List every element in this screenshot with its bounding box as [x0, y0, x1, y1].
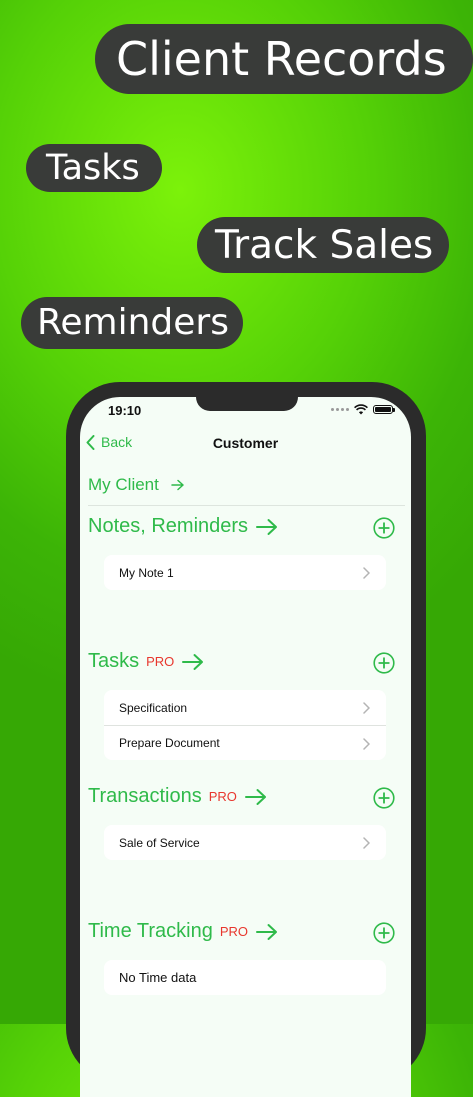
promo-reminders: Reminders: [37, 302, 229, 343]
arrow-right-icon: [171, 479, 184, 491]
chevron-right-icon: [363, 702, 370, 714]
list-item-label: My Note 1: [119, 565, 174, 580]
pro-badge: PRO: [146, 654, 175, 669]
promo-sales: Track Sales: [215, 222, 434, 268]
chevron-right-icon: [363, 567, 370, 579]
list-item-label: Sale of Service: [119, 835, 200, 850]
arrow-right-icon: [256, 923, 278, 940]
status-icons: [331, 404, 395, 415]
promo-sales-pill: Track Sales: [197, 217, 450, 273]
add-task-button[interactable]: [373, 652, 395, 674]
promo-title-pill: Client Records: [95, 24, 473, 94]
wifi-icon: [354, 404, 368, 415]
tasks-list: Specification Prepare Document: [104, 690, 386, 760]
list-item[interactable]: Specification: [104, 690, 386, 725]
page-title: Customer: [212, 435, 279, 451]
empty-state-text: No Time data: [119, 970, 197, 985]
promo-title: Client Records: [116, 32, 447, 86]
client-link[interactable]: My Client: [88, 475, 185, 495]
transactions-list: Sale of Service: [104, 825, 386, 860]
transactions-section-title: Transactions: [88, 785, 202, 807]
status-time: 19:10: [108, 403, 142, 418]
promo-reminders-pill: Reminders: [21, 297, 243, 349]
divider: [88, 505, 405, 506]
battery-icon: [373, 405, 395, 414]
list-item[interactable]: Prepare Document: [104, 725, 386, 760]
promo-tasks: Tasks: [46, 147, 140, 188]
notes-section-title: Notes, Reminders: [88, 515, 249, 537]
client-name: My Client: [88, 475, 159, 494]
promo-tasks-pill: Tasks: [26, 144, 162, 192]
chevron-right-icon: [363, 837, 370, 849]
arrow-right-icon: [182, 653, 204, 670]
phone-notch: [196, 397, 298, 411]
transactions-section-header[interactable]: Transactions PRO: [88, 785, 267, 808]
pro-badge: PRO: [219, 924, 249, 939]
chevron-right-icon: [363, 738, 370, 750]
tasks-section-title: Tasks: [88, 650, 140, 672]
pro-badge: PRO: [208, 789, 237, 804]
time-tracking-section-header[interactable]: Time Tracking PRO: [88, 920, 278, 943]
phone-screen: 19:10 Back Customer My Client Notes, Rem…: [80, 397, 411, 1097]
phone-frame: 19:10 Back Customer My Client Notes, Rem…: [66, 382, 426, 1097]
tasks-section-header[interactable]: Tasks PRO: [88, 650, 204, 673]
add-time-entry-button[interactable]: [373, 922, 395, 944]
list-item-label: Specification: [119, 700, 188, 715]
time-tracking-section-title: Time Tracking: [88, 920, 213, 942]
notes-list: My Note 1: [104, 555, 386, 590]
add-transaction-button[interactable]: [373, 787, 395, 809]
add-note-button[interactable]: [373, 517, 395, 539]
signal-icon: [331, 408, 349, 411]
list-item-label: Prepare Document: [119, 736, 220, 750]
arrow-right-icon: [244, 788, 266, 805]
list-item[interactable]: My Note 1: [104, 555, 386, 590]
notes-section-header[interactable]: Notes, Reminders: [88, 515, 278, 538]
arrow-right-icon: [256, 518, 278, 535]
list-item[interactable]: Sale of Service: [104, 825, 386, 860]
time-tracking-list: No Time data: [104, 960, 386, 995]
